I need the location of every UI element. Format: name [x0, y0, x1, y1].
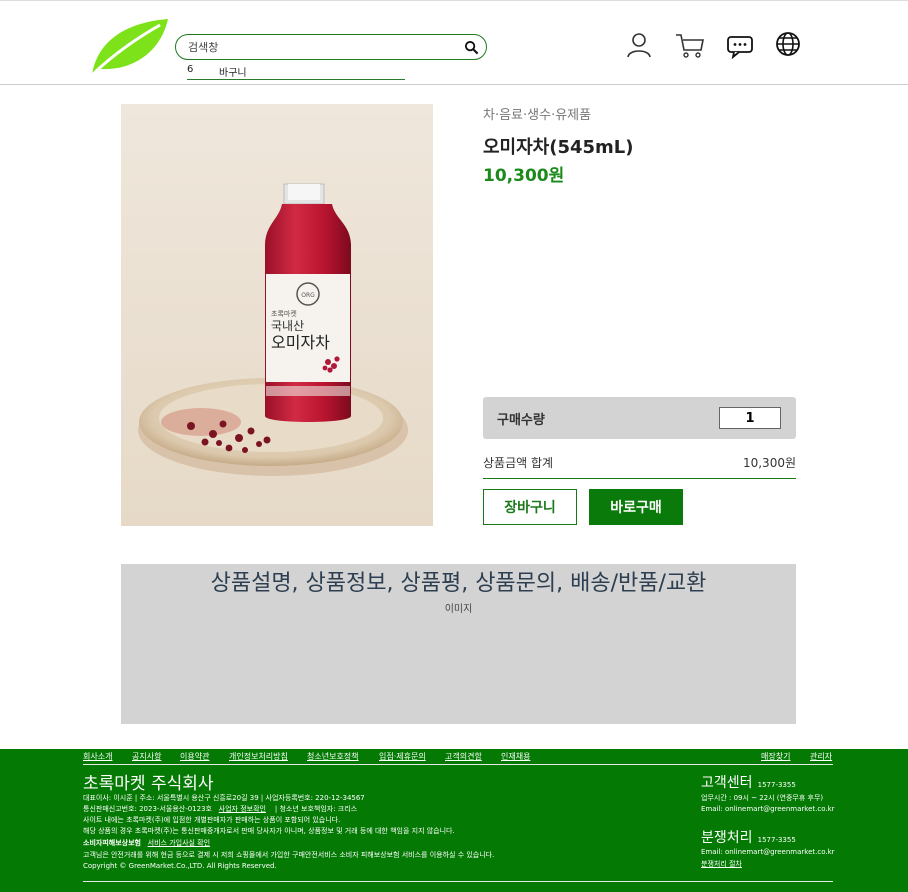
cart-icon[interactable] — [675, 31, 705, 59]
user-icon[interactable] — [624, 31, 654, 59]
recent-search-keyword[interactable]: 바구니 — [219, 64, 247, 79]
footer-company-name: 초록마켓 주식회사 — [83, 774, 214, 794]
business-info-link[interactable]: 사업자 정보확인 — [219, 805, 266, 813]
cs-hours: 업무시간 : 09시 ~ 22시 (연중무휴 후무) — [701, 794, 824, 802]
footer-info-2b: | 청소년 보호책임자: 크리스 — [274, 805, 358, 813]
cs-title: 고객센터 — [701, 775, 753, 791]
detail-image-placeholder: 이미지 — [444, 604, 473, 615]
site-header: 6 바구니 — [0, 1, 908, 85]
footer-link-feedback[interactable]: 고객의견함 — [445, 751, 482, 762]
total-row: 상품금액 합계 10,300원 — [483, 449, 796, 479]
footer-info-6: 고객님은 안전거래를 위해 현금 등으로 결제 시 저희 쇼핑몰에서 가입한 구… — [83, 851, 495, 859]
footer-info-5: 소비자피해보상보험 서비스 가입사실 확인 — [83, 838, 210, 848]
dispute-center: 분쟁처리 1577-3355 Email: onlinemart@greenma… — [701, 827, 835, 868]
footer-info-2a: 통신판매신고번호: 2023-서울용산-0123호 — [83, 805, 212, 813]
footer-link-partnership[interactable]: 입점·제휴문의 — [379, 751, 426, 762]
bottle-line2-text: 오미자차 — [271, 333, 330, 352]
footer-link-privacy[interactable]: 개인정보처리방침 — [229, 751, 288, 762]
chat-icon[interactable] — [725, 31, 755, 59]
bottle-line1-text: 국내산 — [271, 319, 304, 333]
quantity-input[interactable] — [719, 407, 781, 429]
footer-info-1: 대표이사: 이시훈 | 주소: 서울특별시 용산구 신흥로20길 39 | 사업… — [83, 794, 365, 802]
cs-email: Email: onlinemart@greenmarket.co.kr — [701, 805, 835, 813]
product-price: 10,300원 — [483, 166, 565, 186]
detail-tabs-title: 상품설명, 상품정보, 상품평, 상품문의, 배송/반품/교환 — [210, 571, 707, 596]
product-category[interactable]: 차·음료·생수·유제품 — [483, 104, 591, 123]
search-icon[interactable] — [464, 40, 479, 55]
insurance-link[interactable]: 서비스 가입사실 확인 — [148, 839, 210, 847]
dispute-title: 분쟁처리 — [701, 830, 753, 846]
globe-icon[interactable] — [774, 31, 804, 59]
cs-tel: 1577-3355 — [757, 781, 796, 789]
footer-info-3: 사이트 내에는 초록마켓(주)에 입점한 개별판매자가 판매하는 상품이 포함되… — [83, 816, 341, 824]
footer-link-admin[interactable]: 관리자 — [810, 751, 832, 762]
site-footer: 회사소개 공지사항 이용약관 개인정보처리방침 청소년보호정책 입점·제휴문의 … — [0, 749, 908, 892]
footer-link-about[interactable]: 회사소개 — [83, 751, 112, 762]
footer-link-stores[interactable]: 매장찾기 — [761, 751, 790, 762]
product-image: ORG 초록마켓 국내산 오미자차 — [121, 104, 433, 526]
product-name: 오미자차(545mL) — [483, 137, 634, 158]
bottle-brand-text: 초록마켓 — [271, 309, 297, 318]
dispute-procedure-link[interactable]: 분쟁처리 절차 — [701, 859, 742, 869]
total-value: 10,300원 — [742, 456, 796, 470]
customer-center: 고객센터 1577-3355 업무시간 : 09시 ~ 22시 (연중무휴 후무… — [701, 772, 835, 813]
add-to-cart-button[interactable]: 장바구니 — [483, 489, 577, 525]
leaf-logo-icon[interactable] — [88, 17, 170, 77]
quantity-panel: 구매수량 — [483, 397, 796, 439]
footer-nav: 회사소개 공지사항 이용약관 개인정보처리방침 청소년보호정책 입점·제휴문의 … — [83, 750, 833, 765]
recent-search-number: 6 — [187, 64, 194, 75]
svg-text:ORG: ORG — [301, 292, 315, 299]
footer-info-2: 통신판매신고번호: 2023-서울용산-0123호 사업자 정보확인 | 청소년… — [83, 804, 357, 814]
quantity-label: 구매수량 — [497, 413, 545, 428]
footer-info-4: 해당 상품의 경우 초록마켓(주)는 통신판매중개자로서 판매 당사자가 아니며… — [83, 827, 455, 835]
footer-link-youth[interactable]: 청소년보호정책 — [307, 751, 359, 762]
dispute-tel: 1577-3355 — [757, 836, 796, 844]
footer-link-terms[interactable]: 이용약관 — [180, 751, 209, 762]
footer-bottom-divider — [83, 881, 833, 882]
footer-copyright: Copyright © GreenMarket.Co.,LTD. All Rig… — [83, 862, 277, 870]
dispute-email: Email: onlinemart@greenmarket.co.kr — [701, 848, 835, 856]
footer-link-notice[interactable]: 공지사항 — [132, 751, 161, 762]
product-detail-section: 상품설명, 상품정보, 상품평, 상품문의, 배송/반품/교환 이미지 — [121, 564, 796, 724]
footer-info-5a: 소비자피해보상보험 — [83, 839, 141, 847]
search-bar — [175, 34, 487, 60]
recent-search-item[interactable]: 6 바구니 — [187, 62, 405, 80]
buy-now-button[interactable]: 바로구매 — [589, 489, 683, 525]
search-input[interactable] — [188, 38, 458, 56]
footer-link-careers[interactable]: 인재채용 — [501, 751, 530, 762]
total-label: 상품금액 합계 — [483, 456, 554, 470]
